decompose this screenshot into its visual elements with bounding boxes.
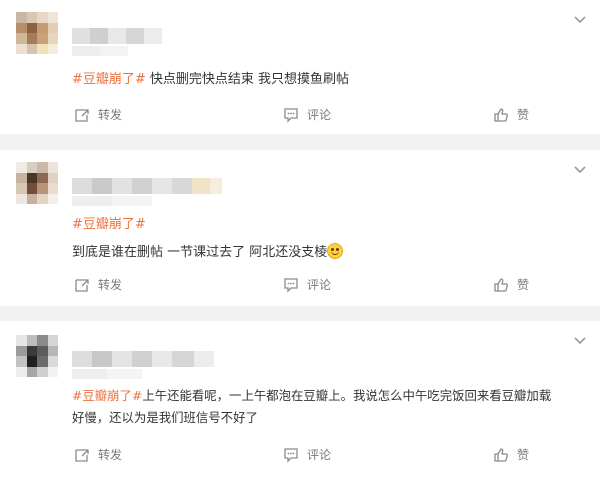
comment-icon — [284, 107, 298, 123]
post-text-line-2: 好慢，还以为是我们班信号不好了 — [72, 410, 258, 425]
post-card-1: #豆瓣崩了# 快点删完快点结束 我只想摸鱼刷帖 转发 评论 赞 — [0, 0, 600, 134]
avatar[interactable] — [16, 12, 58, 54]
like-label: 赞 — [517, 108, 530, 122]
like-button[interactable]: 赞 — [493, 276, 529, 293]
repost-icon — [75, 278, 89, 292]
repost-button[interactable]: 转发 — [74, 446, 122, 463]
comment-icon — [284, 447, 298, 463]
chevron-down-icon[interactable] — [572, 335, 588, 347]
post-content: #豆瓣崩了#上午还能看呢，一上午都泡在豆瓣上。我说怎么中午吃完饭回来看豆瓣加载 … — [72, 385, 584, 428]
smile-emoji-icon — [327, 243, 344, 259]
like-label: 赞 — [517, 278, 530, 292]
post-meta — [72, 46, 128, 56]
username[interactable] — [72, 351, 214, 367]
topic-tag[interactable]: #豆瓣崩了# — [72, 217, 146, 232]
post-content: #豆瓣崩了# 到底是谁在删帖 一节课过去了 阿北还没支棱 — [72, 214, 584, 263]
chevron-down-icon[interactable] — [572, 164, 588, 176]
post-text: 到底是谁在删帖 一节课过去了 阿北还没支棱 — [72, 245, 328, 260]
like-button[interactable]: 赞 — [493, 106, 529, 123]
like-icon — [494, 447, 508, 462]
chevron-down-icon[interactable] — [572, 14, 588, 26]
comment-button[interactable]: 评论 — [283, 276, 331, 293]
like-icon — [494, 277, 508, 292]
post-text-line-1: 上午还能看呢，一上午都泡在豆瓣上。我说怎么中午吃完饭回来看豆瓣加载 — [142, 388, 552, 403]
username[interactable] — [72, 28, 162, 44]
post-card-2: #豆瓣崩了# 到底是谁在删帖 一节课过去了 阿北还没支棱 转发 评论 赞 — [0, 150, 600, 306]
post-card-3: #豆瓣崩了#上午还能看呢，一上午都泡在豆瓣上。我说怎么中午吃完饭回来看豆瓣加载 … — [0, 321, 600, 485]
topic-tag[interactable]: #豆瓣崩了# — [72, 72, 146, 87]
like-label: 赞 — [517, 448, 530, 462]
avatar[interactable] — [16, 162, 58, 204]
repost-label: 转发 — [98, 448, 123, 462]
topic-tag[interactable]: #豆瓣崩了# — [72, 388, 142, 403]
like-icon — [494, 107, 508, 122]
comment-label: 评论 — [307, 448, 332, 462]
post-content: #豆瓣崩了# 快点删完快点结束 我只想摸鱼刷帖 — [72, 69, 584, 90]
like-button[interactable]: 赞 — [493, 446, 529, 463]
repost-button[interactable]: 转发 — [74, 106, 122, 123]
repost-button[interactable]: 转发 — [74, 276, 122, 293]
post-meta — [72, 369, 142, 379]
username[interactable] — [72, 178, 222, 194]
post-meta — [72, 196, 152, 206]
action-bar: 转发 评论 赞 — [0, 276, 600, 296]
comment-button[interactable]: 评论 — [283, 446, 331, 463]
comment-button[interactable]: 评论 — [283, 106, 331, 123]
comment-label: 评论 — [307, 278, 332, 292]
repost-label: 转发 — [98, 108, 123, 122]
action-bar: 转发 评论 赞 — [0, 106, 600, 126]
comment-label: 评论 — [307, 108, 332, 122]
repost-icon — [75, 108, 89, 122]
avatar[interactable] — [16, 335, 58, 377]
post-text: 快点删完快点结束 我只想摸鱼刷帖 — [145, 72, 350, 87]
repost-icon — [75, 448, 89, 462]
comment-icon — [284, 277, 298, 293]
action-bar: 转发 评论 赞 — [0, 446, 600, 466]
repost-label: 转发 — [98, 278, 123, 292]
